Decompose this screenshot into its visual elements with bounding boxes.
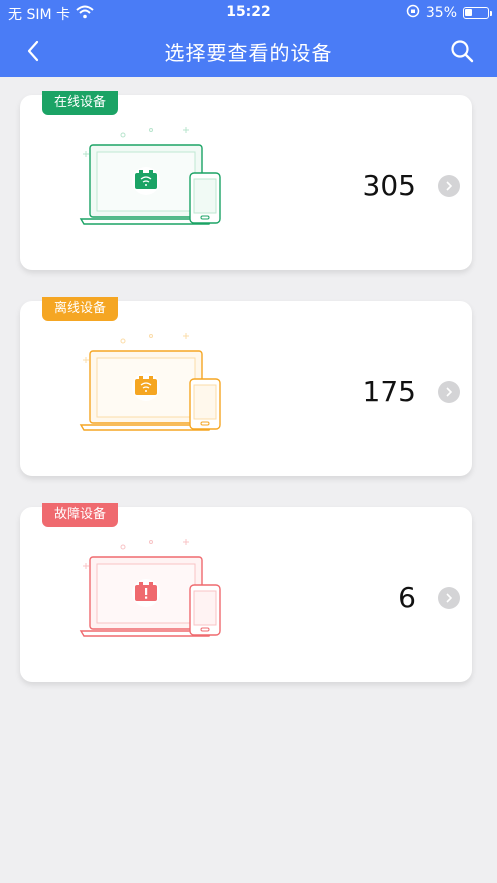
- chevron-right-icon[interactable]: [438, 175, 460, 197]
- status-tag-online: 在线设备: [42, 91, 119, 115]
- chevron-right-icon[interactable]: [438, 587, 460, 609]
- chevron-right-icon[interactable]: [438, 381, 460, 403]
- offline-count: 175: [362, 375, 416, 408]
- offline-device-illustration: [79, 333, 221, 431]
- status-bar: 无 SIM 卡 15:22 35%: [0, 0, 497, 26]
- battery-percent: 35%: [425, 5, 457, 21]
- header-bar: 无 SIM 卡 15:22 35% 选择要查看的设备: [0, 0, 497, 77]
- search-button[interactable]: [447, 36, 477, 66]
- fault-count: 6: [398, 581, 416, 614]
- card-online-devices[interactable]: 在线设备 305: [20, 91, 472, 270]
- online-count: 305: [362, 169, 416, 202]
- rotation-lock-icon: [406, 4, 420, 22]
- status-tag-fault: 故障设备: [42, 503, 119, 527]
- card-offline-devices[interactable]: 离线设备 175: [20, 297, 472, 476]
- page-title: 选择要查看的设备: [164, 41, 333, 65]
- battery-icon: [463, 7, 492, 19]
- battery-fill: [465, 9, 473, 16]
- online-device-illustration: [79, 127, 221, 225]
- search-icon: [451, 40, 474, 63]
- fault-device-illustration: [79, 539, 221, 637]
- status-tag-offline: 离线设备: [42, 297, 119, 321]
- card-fault-devices[interactable]: 故障设备 6: [20, 503, 472, 682]
- nav-bar: 选择要查看的设备: [0, 26, 497, 77]
